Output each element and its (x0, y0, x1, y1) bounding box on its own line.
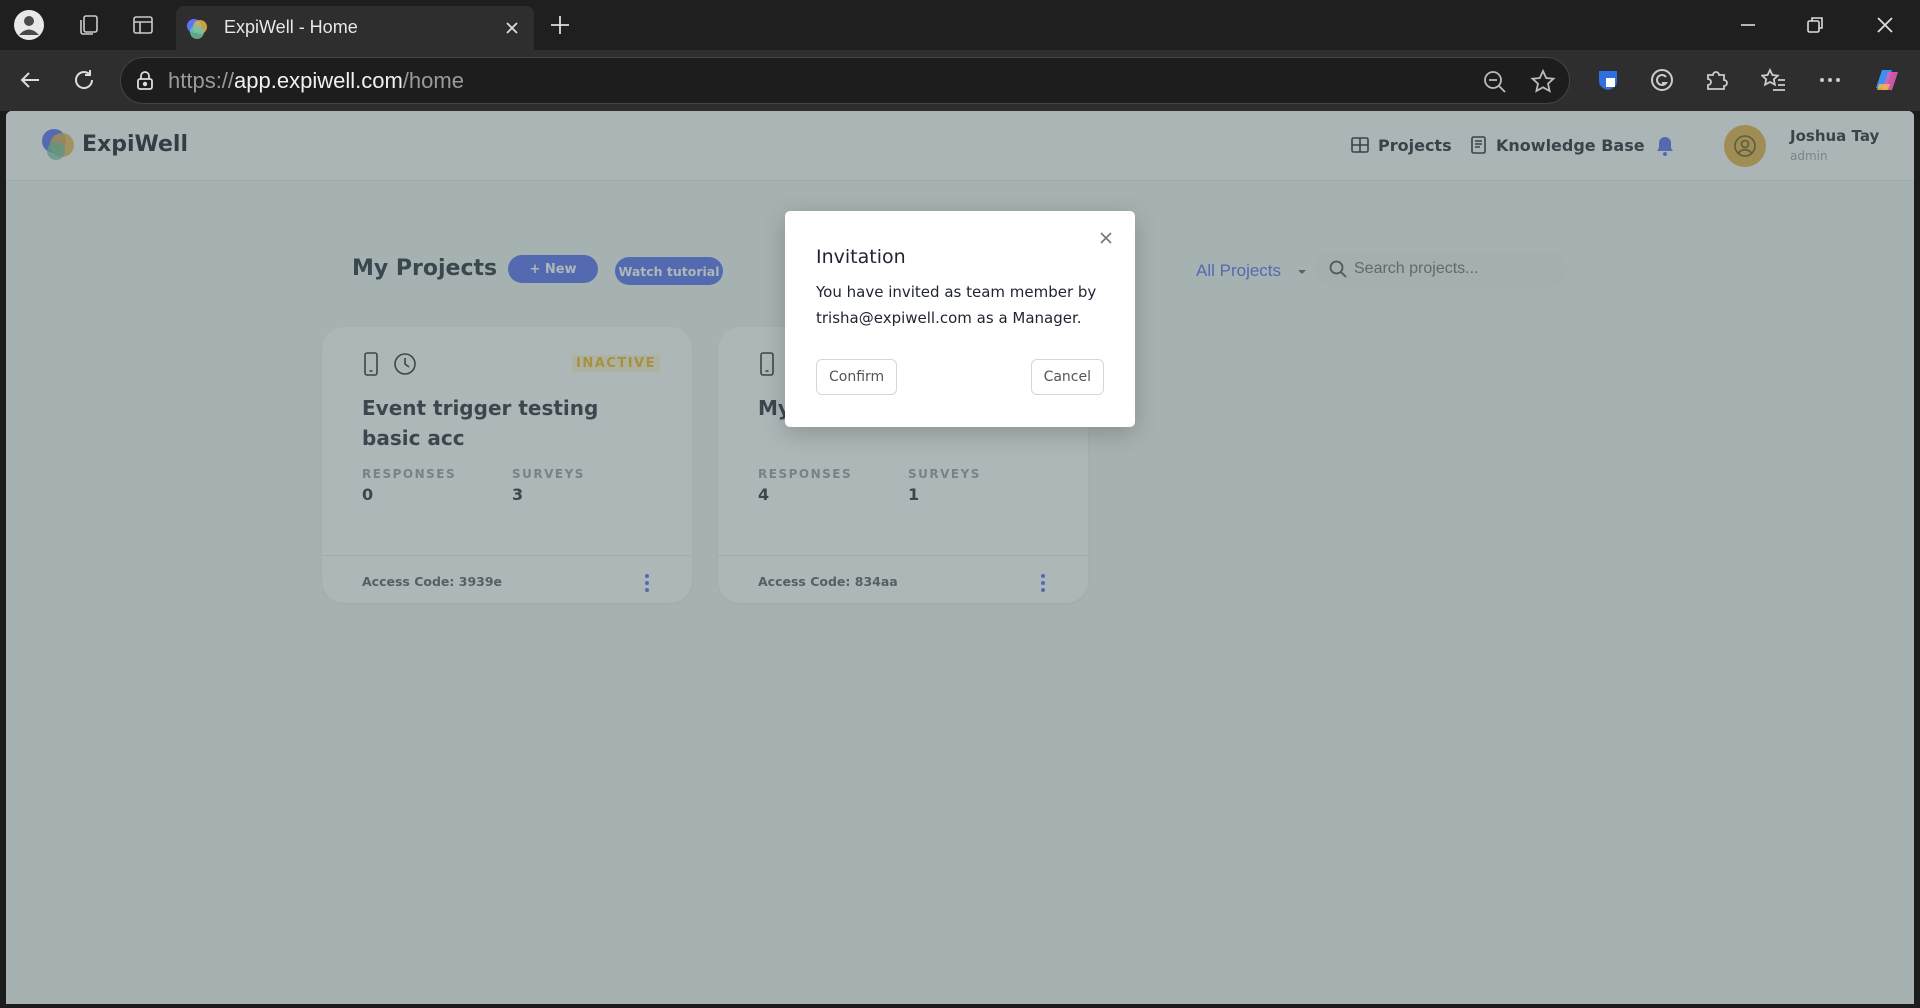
new-tab-icon[interactable] (545, 10, 575, 40)
more-options-icon[interactable] (1814, 64, 1846, 96)
favorite-star-icon[interactable] (1529, 68, 1557, 96)
minimize-icon[interactable] (1733, 10, 1763, 40)
tab-close-icon[interactable] (502, 18, 522, 38)
dialog-message: You have invited as team member by trish… (816, 283, 1097, 327)
extensions-puzzle-icon[interactable] (1700, 64, 1732, 96)
reload-icon[interactable] (68, 64, 100, 96)
browser-tab-active[interactable]: ExpiWell - Home (176, 6, 534, 50)
url-text[interactable]: https://app.expiwell.com/home (168, 68, 464, 94)
grammarly-icon[interactable] (1646, 64, 1678, 96)
invitation-dialog: Invitation You have invited as team memb… (785, 211, 1135, 427)
zoom-out-icon[interactable] (1481, 68, 1509, 96)
tab-title: ExpiWell - Home (224, 17, 358, 37)
restore-icon[interactable] (1800, 10, 1830, 40)
cancel-button[interactable]: Cancel (1030, 359, 1104, 395)
address-bar[interactable]: https://app.expiwell.com/home (120, 57, 1570, 104)
close-window-icon[interactable] (1870, 10, 1900, 40)
lock-icon[interactable] (133, 69, 157, 93)
workspaces-icon[interactable] (74, 10, 104, 40)
page-viewport: ExpiWell Projects Knowledge Base Joshua … (6, 111, 1914, 1004)
back-icon[interactable] (14, 64, 46, 96)
browser-title-bar: ExpiWell - Home (0, 0, 1920, 50)
url-path: /home (402, 68, 464, 93)
shield-extension-icon[interactable] (1592, 64, 1624, 96)
url-scheme: https:// (168, 68, 235, 93)
favorites-list-icon[interactable] (1758, 64, 1790, 96)
expiwell-favicon-icon (187, 19, 207, 39)
dialog-title: Invitation (816, 246, 906, 268)
confirm-button[interactable]: Confirm (816, 359, 898, 395)
tab-actions-icon[interactable] (128, 10, 158, 40)
browser-toolbar: https://app.expiwell.com/home (0, 50, 1920, 111)
close-icon[interactable] (1099, 231, 1113, 245)
profile-icon[interactable] (14, 10, 44, 40)
copilot-icon[interactable] (1870, 64, 1902, 96)
url-host: app.expiwell.com (234, 68, 403, 93)
